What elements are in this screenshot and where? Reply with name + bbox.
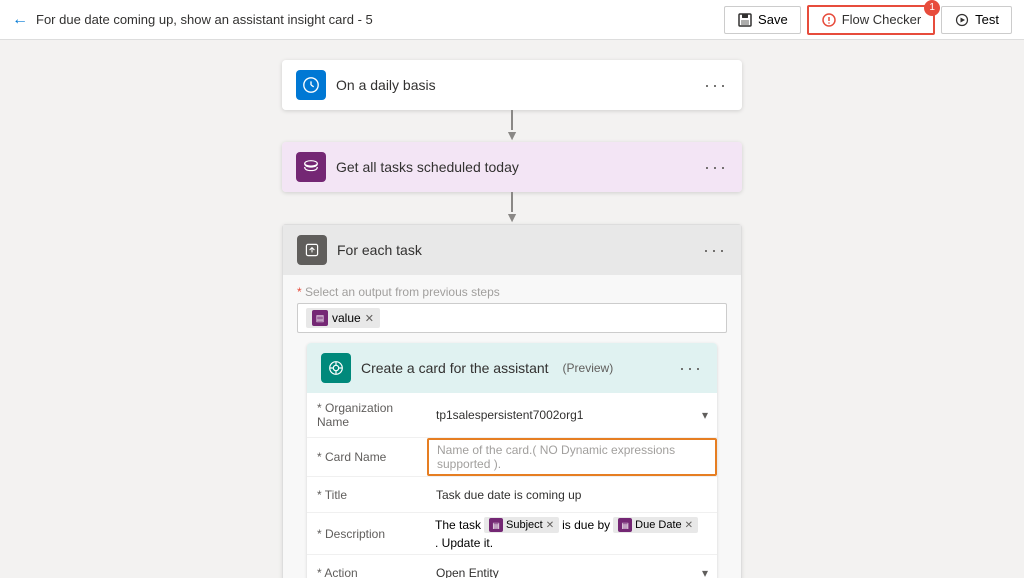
due-date-tag-icon: ▤ (618, 518, 632, 532)
description-field[interactable]: The task ▤ Subject ✕ is due by ▤ Due Dat… (427, 513, 717, 554)
daily-basis-card: On a daily basis ··· (282, 60, 742, 110)
foreach-block: For each task ··· * Select an output fro… (282, 224, 742, 578)
title-value: Task due date is coming up (436, 488, 581, 502)
create-card-header: Create a card for the assistant (Preview… (307, 343, 717, 393)
subject-tag-label: Subject (506, 519, 543, 531)
desc-suffix: . Update it. (435, 536, 493, 550)
action-value: Open Entity (436, 566, 499, 578)
database-icon (302, 158, 320, 176)
card-name-placeholder: Name of the card.( NO Dynamic expression… (437, 443, 707, 471)
connector-1: ▼ (505, 110, 519, 142)
create-card-block: Create a card for the assistant (Preview… (307, 343, 717, 578)
flow-checker-icon (821, 12, 837, 28)
canvas: On a daily basis ··· ▼ (0, 40, 1024, 578)
get-tasks-menu[interactable]: ··· (704, 157, 728, 178)
title-row: * Title Task due date is coming up (307, 477, 717, 513)
org-name-label: * Organization Name (307, 393, 427, 437)
org-name-field[interactable]: tp1salespersistent7002org1 ▾ (427, 400, 717, 430)
action-label: * Action (307, 558, 427, 578)
get-tasks-icon (296, 152, 326, 182)
connector-2: ▼ (505, 192, 519, 224)
select-output-label: * Select an output from previous steps (297, 285, 727, 299)
description-row: * Description The task ▤ Subject ✕ is du… (307, 513, 717, 555)
foreach-title: For each task (337, 242, 422, 258)
flow-title: For due date coming up, show an assistan… (36, 12, 373, 27)
value-tag: ▤ value ✕ (306, 308, 380, 328)
daily-basis-menu[interactable]: ··· (704, 75, 728, 96)
foreach-container: For each task ··· * Select an output fro… (282, 224, 742, 578)
foreach-icon (297, 235, 327, 265)
test-icon (954, 12, 970, 28)
create-card-subtitle: (Preview) (563, 361, 614, 375)
save-button[interactable]: Save (724, 6, 801, 34)
daily-basis-header: On a daily basis ··· (282, 60, 742, 110)
card-name-label: * Card Name (307, 442, 427, 472)
flow-checker-badge: 1 (924, 0, 940, 16)
org-name-row: * Organization Name tp1salespersistent70… (307, 393, 717, 438)
top-bar-right: Save Flow Checker 1 Test (724, 5, 1012, 35)
foreach-body: * Select an output from previous steps ▤… (283, 275, 741, 578)
org-name-value: tp1salespersistent7002org1 (436, 408, 583, 422)
value-tag-close[interactable]: ✕ (365, 312, 374, 325)
due-date-tag-close[interactable]: ✕ (685, 520, 693, 531)
top-bar-left: ← For due date coming up, show an assist… (12, 11, 373, 29)
foreach-menu[interactable]: ··· (703, 240, 727, 261)
desc-mid: is due by (562, 518, 610, 532)
daily-basis-title: On a daily basis (336, 77, 436, 93)
daily-basis-block: On a daily basis ··· (282, 60, 742, 110)
save-icon (737, 12, 753, 28)
get-tasks-card: Get all tasks scheduled today ··· (282, 142, 742, 192)
subject-tag: ▤ Subject ✕ (484, 517, 559, 533)
daily-basis-icon (296, 70, 326, 100)
org-name-dropdown-icon: ▾ (702, 408, 708, 422)
create-card-title: Create a card for the assistant (361, 360, 549, 376)
action-row: * Action Open Entity ▾ (307, 555, 717, 578)
create-card-form: * Organization Name tp1salespersistent70… (307, 393, 717, 578)
description-label: * Description (307, 519, 427, 549)
title-label: * Title (307, 480, 427, 510)
get-tasks-block: Get all tasks scheduled today ··· (282, 142, 742, 192)
flow-checker-wrapper: Flow Checker 1 (807, 5, 935, 35)
get-tasks-title: Get all tasks scheduled today (336, 159, 519, 175)
create-card-menu[interactable]: ··· (679, 358, 703, 379)
subject-tag-icon: ▤ (489, 518, 503, 532)
value-tag-input[interactable]: ▤ value ✕ (297, 303, 727, 333)
create-card-icon (321, 353, 351, 383)
foreach-loop-icon (304, 242, 320, 258)
action-dropdown-icon: ▾ (702, 566, 708, 578)
test-button[interactable]: Test (941, 6, 1012, 34)
back-button[interactable]: ← (12, 11, 28, 29)
action-field[interactable]: Open Entity ▾ (427, 558, 717, 578)
desc-prefix: The task (435, 518, 481, 532)
foreach-header: For each task ··· (283, 225, 741, 275)
assistant-card-icon (327, 359, 345, 377)
due-date-tag: ▤ Due Date ✕ (613, 517, 698, 533)
due-date-tag-label: Due Date (635, 519, 681, 531)
top-bar: ← For due date coming up, show an assist… (0, 0, 1024, 40)
value-tag-icon: ▤ (312, 310, 328, 326)
card-name-field[interactable]: Name of the card.( NO Dynamic expression… (427, 438, 717, 476)
title-field[interactable]: Task due date is coming up (427, 480, 717, 510)
flow-checker-button[interactable]: Flow Checker (807, 5, 935, 35)
subject-tag-close[interactable]: ✕ (546, 520, 554, 531)
clock-icon (302, 76, 320, 94)
value-tag-label: value (332, 311, 361, 325)
get-tasks-header: Get all tasks scheduled today ··· (282, 142, 742, 192)
card-name-row: * Card Name Name of the card.( NO Dynami… (307, 438, 717, 477)
